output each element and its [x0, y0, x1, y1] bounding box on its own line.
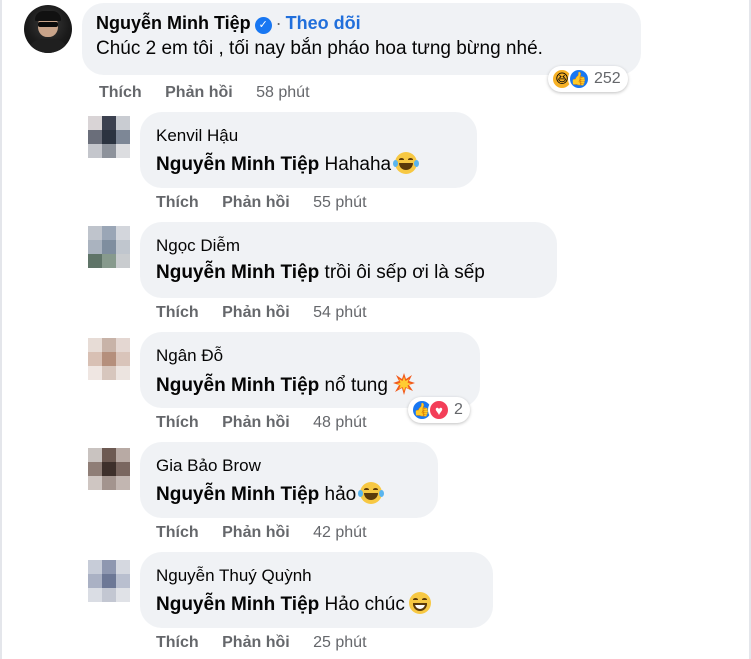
like-button[interactable]: Thích	[156, 414, 199, 431]
reaction-count: 2	[454, 401, 463, 418]
mention-link[interactable]: Nguyễn Minh Tiệp	[156, 262, 319, 283]
reply-button[interactable]: Phản hồi	[222, 304, 290, 321]
timestamp[interactable]: 55 phút	[313, 194, 366, 211]
avatar[interactable]	[88, 448, 130, 490]
timestamp[interactable]: 58 phút	[256, 84, 309, 101]
comment-actions: Thích Phản hồi 42 phút	[156, 524, 367, 542]
comment-actions: Thích Phản hồi 55 phút	[156, 194, 367, 212]
mention-link[interactable]: Nguyễn Minh Tiệp	[156, 154, 319, 175]
author-name[interactable]: Kenvil Hậu	[156, 126, 461, 146]
avatar[interactable]	[88, 226, 130, 268]
like-button[interactable]: Thích	[156, 194, 199, 211]
comment-actions: Thích Phản hồi 58 phút	[99, 84, 310, 102]
laughing-tears-emoji-icon	[393, 152, 420, 174]
author-name[interactable]: Ngân Đỗ	[156, 346, 464, 366]
mention-link[interactable]: Nguyễn Minh Tiệp	[156, 484, 319, 505]
reply-body: Hahaha	[324, 154, 392, 175]
reply-button[interactable]: Phản hồi	[222, 414, 290, 431]
reply-body: trồi ôi sếp ơi là sếp	[324, 262, 485, 283]
comment-text: Nguyễn Minh Tiệp Hảo chúc	[156, 592, 477, 616]
like-button[interactable]: Thích	[156, 304, 199, 321]
reply-button[interactable]: Phản hồi	[222, 524, 290, 541]
comment-actions: Thích Phản hồi 25 phút	[156, 634, 367, 652]
comment-actions: Thích Phản hồi 48 phút	[156, 414, 367, 432]
comment-bubble: Nguyễn Minh Tiệp ✓ · Theo dõi Chúc 2 em tôi…	[82, 3, 641, 75]
comment-text: Nguyễn Minh Tiệp trồi ôi sếp ơi là sếp	[156, 262, 541, 284]
reaction-count: 252	[594, 70, 621, 87]
reply-button[interactable]: Phản hồi	[222, 634, 290, 651]
like-button[interactable]: Thích	[99, 84, 142, 101]
reply-body: hảo	[324, 484, 357, 505]
timestamp[interactable]: 54 phút	[313, 304, 366, 321]
author-name[interactable]: Ngọc Diễm	[156, 236, 541, 256]
mention-link[interactable]: Nguyễn Minh Tiệp	[156, 375, 319, 396]
comment-text: Nguyễn Minh Tiệp nổ tung	[156, 372, 464, 397]
avatar[interactable]	[24, 5, 72, 53]
avatar[interactable]	[88, 560, 130, 602]
like-button[interactable]: Thích	[156, 524, 199, 541]
comment-bubble: Nguyễn Thuý Quỳnh Nguyễn Minh Tiệp Hảo c…	[140, 552, 493, 628]
reply-body: Hảo chúc	[324, 594, 405, 615]
comment-text: Nguyễn Minh Tiệp Hahaha	[156, 152, 461, 176]
like-button[interactable]: Thích	[156, 634, 199, 651]
verified-badge-icon: ✓	[254, 17, 272, 34]
comment-bubble: Ngọc Diễm Nguyễn Minh Tiệp trồi ôi sếp ơ…	[140, 222, 557, 298]
mention-link[interactable]: Nguyễn Minh Tiệp	[156, 594, 319, 615]
author-name[interactable]: Nguyễn Thuý Quỳnh	[156, 566, 477, 586]
timestamp[interactable]: 42 phút	[313, 524, 366, 541]
reply-button[interactable]: Phản hồi	[165, 84, 233, 101]
reaction-summary[interactable]: 👍 ♥ 2	[408, 397, 470, 423]
grinning-emoji-icon	[408, 592, 431, 614]
left-border	[0, 0, 2, 659]
love-reaction-icon: ♥	[428, 399, 450, 421]
author-name[interactable]: Nguyễn Minh Tiệp	[96, 13, 251, 33]
like-reaction-icon: 👍	[568, 68, 590, 90]
follow-button[interactable]: Theo dõi	[286, 13, 361, 33]
comment-text: Chúc 2 em tôi , tối nay bắn pháo hoa tưn…	[96, 38, 543, 59]
reaction-summary[interactable]: 😆 👍 252	[548, 66, 628, 92]
explosion-emoji-icon	[392, 373, 415, 395]
laughing-tears-emoji-icon	[358, 482, 385, 504]
avatar[interactable]	[88, 116, 130, 158]
comment-actions: Thích Phản hồi 54 phút	[156, 304, 367, 322]
reply-button[interactable]: Phản hồi	[222, 194, 290, 211]
avatar[interactable]	[88, 338, 130, 380]
timestamp[interactable]: 48 phút	[313, 414, 366, 431]
timestamp[interactable]: 25 phút	[313, 634, 366, 651]
comment-bubble: Gia Bảo Brow Nguyễn Minh Tiệp hảo	[140, 442, 438, 518]
comment-bubble: Kenvil Hậu Nguyễn Minh Tiệp Hahaha	[140, 112, 477, 188]
separator-dot: ·	[275, 13, 282, 33]
author-name[interactable]: Gia Bảo Brow	[156, 456, 422, 476]
reply-body: nổ tung	[324, 375, 388, 396]
comment-text: Nguyễn Minh Tiệp hảo	[156, 482, 422, 506]
